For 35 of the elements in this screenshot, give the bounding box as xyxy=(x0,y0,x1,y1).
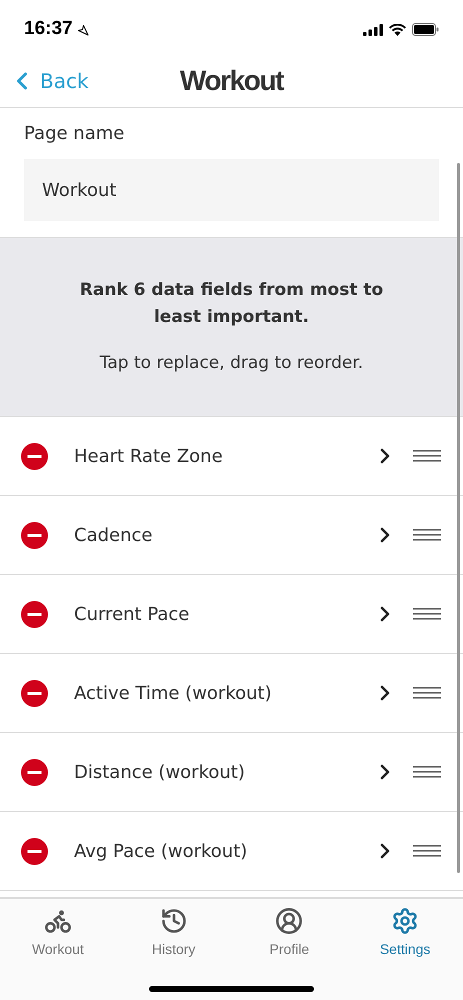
tab[interactable]: History xyxy=(116,907,232,960)
battery-icon xyxy=(412,23,439,36)
info-heading: Rank 6 data fields from most to least important. xyxy=(78,279,384,330)
status-time: 16:37 xyxy=(24,17,73,42)
field-name: Avg Pace (workout) xyxy=(74,840,248,864)
remove-icon[interactable] xyxy=(21,758,48,786)
drag-handle-icon[interactable] xyxy=(413,766,441,778)
field-label: Page name xyxy=(24,122,126,146)
field-name: Current Pace xyxy=(74,602,190,626)
field-name: Active Time (workout) xyxy=(74,682,273,706)
drag-handle-icon[interactable] xyxy=(413,529,441,541)
drag-handle-icon[interactable] xyxy=(413,450,441,462)
drag-handle-icon[interactable] xyxy=(413,608,441,620)
remove-icon[interactable] xyxy=(21,442,48,470)
remove-icon[interactable] xyxy=(21,680,48,706)
wifi-icon xyxy=(389,24,406,36)
drag-handle-icon[interactable] xyxy=(413,687,441,699)
location-icon xyxy=(76,24,89,36)
tab[interactable]: Workout xyxy=(0,907,116,960)
field-name: Distance (workout) xyxy=(74,760,246,784)
signal-icon xyxy=(363,24,383,36)
page-name-field[interactable]: Workout xyxy=(24,159,439,221)
field-name: Cadence xyxy=(74,524,154,548)
remove-icon[interactable] xyxy=(21,600,48,628)
tab[interactable]: Profile xyxy=(232,907,348,960)
settings-icon xyxy=(391,907,420,935)
remove-icon[interactable] xyxy=(21,838,48,864)
profile-icon xyxy=(275,907,304,935)
tab[interactable]: Settings xyxy=(347,907,463,960)
field-name: Heart Rate Zone xyxy=(74,444,224,468)
info-hint: Tap to replace, drag to reorder. xyxy=(100,352,364,376)
history-icon xyxy=(160,907,188,935)
remove-icon[interactable] xyxy=(21,522,48,548)
drag-handle-icon[interactable] xyxy=(413,845,441,857)
page-title: Workout xyxy=(180,64,284,98)
